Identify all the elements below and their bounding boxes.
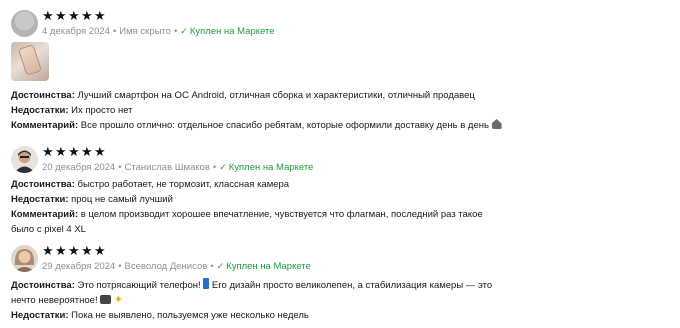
sparkles-emoji-icon: ✦ xyxy=(113,294,124,306)
comment-line: Комментарий: в целом производит хорошее … xyxy=(11,209,483,220)
check-icon: ✓ xyxy=(219,162,227,172)
review-date: 29 декабря 2024 xyxy=(42,261,116,272)
review-body: Достоинства: Лучший смартфон на ОС Andro… xyxy=(11,88,502,133)
review-header: ★ ★ ★ ★ ★ 29 декабря 2024 • Всеволод Денис… xyxy=(11,243,680,279)
review-3: ★ ★ ★ ★ ★ 29 декабря 2024 • Всеволод Денис… xyxy=(11,243,680,321)
review-author: Станислав Шмаков xyxy=(124,162,210,173)
pros-line-continued: нечто невероятное! ✦ xyxy=(11,294,124,306)
review-date: 20 декабря 2024 xyxy=(42,162,116,173)
pros-line: Достоинства: Это потрясающий телефон! Ег… xyxy=(11,278,493,291)
star-icon: ★ xyxy=(68,243,80,258)
review-meta: 29 декабря 2024 • Всеволод Денисов • ✓ Куплен… xyxy=(42,261,311,272)
cons-line: Недостатки: Их просто нет xyxy=(11,105,133,116)
review-photo[interactable] xyxy=(11,42,49,81)
comment-line-continued: было с pixel 4 XL xyxy=(11,224,86,235)
check-icon: ✓ xyxy=(180,26,188,36)
star-icon: ★ xyxy=(68,8,80,23)
star-rating: ★ ★ ★ ★ ★ xyxy=(42,243,106,259)
bought-badge[interactable]: Куплен на Маркете xyxy=(229,162,314,173)
star-icon: ★ xyxy=(42,8,54,23)
star-icon: ★ xyxy=(55,144,67,159)
star-icon: ★ xyxy=(94,243,106,258)
star-icon: ★ xyxy=(94,144,106,159)
check-icon: ✓ xyxy=(216,261,225,271)
bought-badge[interactable]: Куплен на Маркете xyxy=(226,261,311,272)
star-rating: ★ ★ ★ ★ ★ xyxy=(42,144,106,160)
bought-badge[interactable]: Куплен на Маркете xyxy=(190,26,275,37)
review-author: Имя скрыто xyxy=(119,26,171,37)
star-icon: ★ xyxy=(68,144,80,159)
review-2: ★ ★ ★ ★ ★ 20 декабря 2024 • Станислав Шмак… xyxy=(11,144,680,235)
review-body: Достоинства: Это потрясающий телефон! Ег… xyxy=(11,278,492,323)
review-date: 4 декабря 2024 xyxy=(42,26,110,37)
star-icon: ★ xyxy=(81,243,93,258)
star-icon: ★ xyxy=(81,144,93,159)
house-emoji-icon xyxy=(491,119,502,129)
person-avatar-icon xyxy=(14,249,35,272)
star-icon: ★ xyxy=(42,144,54,159)
pros-line: Достоинства: Лучший смартфон на ОС Andro… xyxy=(11,90,475,101)
star-icon: ★ xyxy=(42,243,54,258)
person-avatar-icon xyxy=(14,150,35,173)
star-icon: ★ xyxy=(55,243,67,258)
review-author: Всеволод Денисов xyxy=(124,261,208,272)
cons-line: Недостатки: Пока не выявлено, пользуемся… xyxy=(11,310,309,321)
avatar[interactable] xyxy=(11,10,38,37)
review-meta: 4 декабря 2024 • Имя скрыто • ✓ Куплен на Мар… xyxy=(42,26,275,37)
star-rating: ★ ★ ★ ★ ★ xyxy=(42,8,106,24)
pros-line: Достоинства: быстро работает, не тормози… xyxy=(11,179,290,190)
review-header: ★ ★ ★ ★ ★ 20 декабря 2024 • Станислав Шмак… xyxy=(11,144,680,180)
avatar[interactable] xyxy=(11,146,38,173)
phone-emoji-icon xyxy=(203,278,210,289)
star-icon: ★ xyxy=(81,8,93,23)
avatar[interactable] xyxy=(11,245,38,272)
star-icon: ★ xyxy=(94,8,106,23)
star-icon: ★ xyxy=(55,8,67,23)
cons-line: Недостатки: проц не самый лучший xyxy=(11,194,173,205)
phone-image xyxy=(19,45,41,75)
review-1: ★ ★ ★ ★ ★ 4 декабря 2024 • Имя скрыто • ✓ Куп… xyxy=(11,8,680,131)
camera-emoji-icon xyxy=(100,295,112,304)
review-body: Достоинства: быстро работает, не тормози… xyxy=(11,177,483,237)
review-meta: 20 декабря 2024 • Станислав Шмаков • ✓ Куплен… xyxy=(42,162,314,173)
comment-line: Комментарий: Все прошло отлично: отдельн… xyxy=(11,118,502,133)
review-header: ★ ★ ★ ★ ★ 4 декабря 2024 • Имя скрыто • ✓ Куп… xyxy=(11,8,680,44)
